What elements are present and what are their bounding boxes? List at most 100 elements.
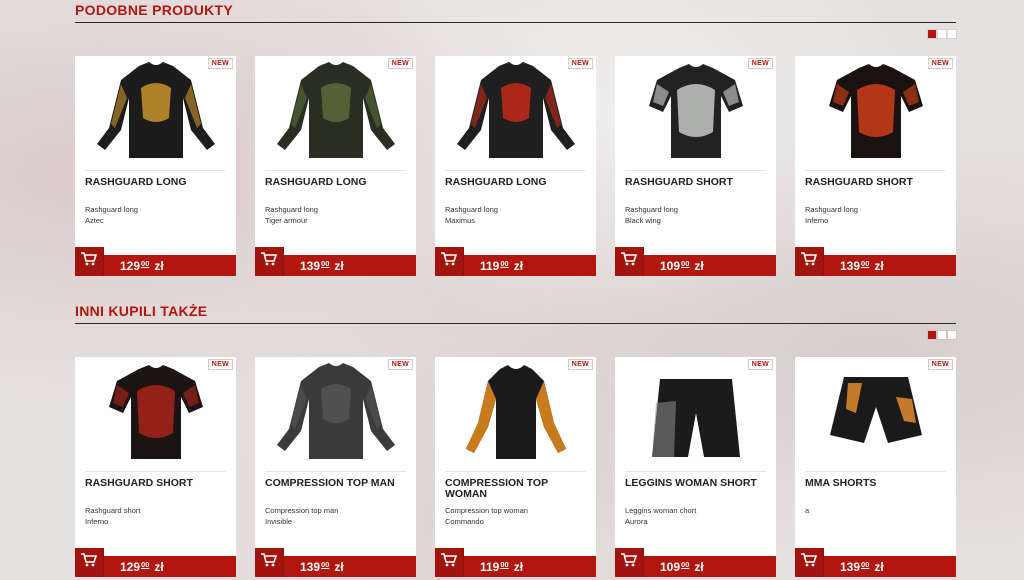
product-image[interactable] (615, 357, 776, 463)
product-card[interactable]: NEW RASHGUARD SHORT Rashguard long Inferno 1… (795, 56, 956, 276)
section-similar-products: PODOBNE PRODUKTY NEW RASHGUARD LONG Rashgu… (75, 0, 956, 276)
pager-dot-1[interactable] (928, 331, 936, 339)
product-card[interactable]: NEW COMPRESSION TOP MAN Compression top ma… (255, 357, 416, 577)
price-currency: zł (694, 258, 704, 273)
pager-dot-3[interactable] (948, 331, 956, 339)
product-subtitle: Compression top woman (445, 506, 528, 515)
add-to-cart-button[interactable] (795, 548, 824, 577)
price-currency: zł (334, 258, 344, 273)
product-card[interactable]: NEW RASHGUARD LONG Rashguard long Maximus 11… (435, 56, 596, 276)
price-main: 109 (660, 559, 681, 574)
price-currency: zł (154, 559, 164, 574)
price-main: 119 (480, 559, 500, 574)
add-to-cart-button[interactable] (75, 247, 104, 276)
pager-dot-2[interactable] (938, 30, 946, 38)
product-image[interactable] (75, 56, 236, 162)
product-title[interactable]: RASHGUARD LONG (445, 177, 590, 188)
new-badge: NEW (927, 58, 953, 69)
short-sleeve-shirt-image (108, 365, 203, 459)
product-price: 10900 zł (660, 560, 704, 574)
section-others-bought: INNI KUPILI TAKŻE NEW RASHGUARD SHORT Rash… (75, 301, 956, 577)
product-title[interactable]: RASHGUARD LONG (85, 177, 230, 188)
product-subtitle: a (805, 506, 810, 515)
product-image[interactable] (795, 357, 956, 463)
long-sleeve-shirt-image (456, 62, 575, 158)
product-title[interactable]: RASHGUARD SHORT (625, 177, 770, 188)
buy-bar: 10900 zł (615, 247, 776, 276)
add-to-cart-button[interactable] (615, 548, 644, 577)
product-price: 13900 zł (300, 259, 344, 273)
new-badge: NEW (567, 58, 593, 69)
buy-bar: 10900 zł (615, 548, 776, 577)
product-image[interactable] (75, 357, 236, 463)
price-currency: zł (334, 559, 344, 574)
new-badge: NEW (747, 58, 773, 69)
card-divider (625, 170, 766, 171)
product-variant: Tiger armour (265, 216, 308, 225)
card-divider (85, 471, 226, 472)
product-card[interactable]: NEW RASHGUARD SHORT Rashguard long Black wi… (615, 56, 776, 276)
product-title[interactable]: MMA SHORTS (805, 478, 950, 489)
cart-icon (621, 553, 638, 572)
shorts-image (651, 379, 740, 457)
product-card[interactable]: NEW RASHGUARD LONG Rashguard long Aztec 1290… (75, 56, 236, 276)
pager-dot-1[interactable] (928, 30, 936, 38)
add-to-cart-button[interactable] (435, 247, 464, 276)
product-grid: NEW RASHGUARD LONG Rashguard long Aztec 1290… (75, 56, 956, 276)
cart-icon (801, 252, 818, 271)
cart-icon (801, 553, 818, 572)
product-price: 11900 zł (480, 259, 523, 273)
product-price: 13900 zł (300, 560, 344, 574)
cart-icon (441, 553, 458, 572)
price-currency: zł (874, 559, 884, 574)
product-image[interactable] (255, 357, 416, 463)
product-card[interactable]: NEW RASHGUARD LONG Rashguard long Tiger arm… (255, 56, 416, 276)
price-cents: 00 (321, 258, 330, 268)
pager-dot-2[interactable] (938, 331, 946, 339)
add-to-cart-button[interactable] (255, 247, 284, 276)
new-badge: NEW (927, 359, 953, 370)
cart-icon (441, 252, 458, 271)
product-title[interactable]: LEGGINS WOMAN SHORT (625, 478, 770, 489)
product-variant: Maximus (445, 216, 476, 225)
product-title[interactable]: RASHGUARD SHORT (805, 177, 950, 188)
product-image[interactable] (795, 56, 956, 162)
product-card[interactable]: NEW RASHGUARD SHORT Rashguard short Inferno… (75, 357, 236, 577)
buy-bar: 11900 zł (435, 247, 596, 276)
cart-icon (261, 252, 278, 271)
price-main: 139 (840, 258, 861, 273)
product-card[interactable]: NEW LEGGINS WOMAN SHORT Leggins woman chor… (615, 357, 776, 577)
add-to-cart-button[interactable] (795, 247, 824, 276)
price-cents: 00 (861, 258, 870, 268)
product-variant: Commando (445, 517, 484, 526)
price-cents: 00 (321, 559, 330, 569)
product-title[interactable]: RASHGUARD SHORT (85, 478, 230, 489)
section-divider (75, 22, 956, 23)
product-image[interactable] (615, 56, 776, 162)
product-card[interactable]: NEW MMA SHORTS a 13900 zł (795, 357, 956, 577)
product-variant: Inferno (805, 216, 829, 225)
price-cents: 00 (681, 258, 690, 268)
product-variant: Aurora (625, 517, 648, 526)
new-badge: NEW (387, 359, 413, 370)
buy-bar: 13900 zł (255, 247, 416, 276)
product-card[interactable]: NEW COMPRESSION TOP WOMAN Compression top … (435, 357, 596, 577)
product-title[interactable]: COMPRESSION TOP WOMAN (445, 478, 590, 500)
add-to-cart-button[interactable] (435, 548, 464, 577)
price-cents: 00 (861, 559, 870, 569)
product-price: 10900 zł (660, 259, 704, 273)
product-price: 12900 zł (120, 259, 164, 273)
card-divider (445, 170, 586, 171)
add-to-cart-button[interactable] (75, 548, 104, 577)
product-image[interactable] (435, 56, 596, 162)
pager-dot-3[interactable] (948, 30, 956, 38)
short-sleeve-shirt-image (648, 64, 743, 158)
product-title[interactable]: RASHGUARD LONG (265, 177, 410, 188)
price-cents: 00 (500, 258, 509, 268)
add-to-cart-button[interactable] (615, 247, 644, 276)
card-divider (85, 170, 226, 171)
product-image[interactable] (435, 357, 596, 463)
product-image[interactable] (255, 56, 416, 162)
add-to-cart-button[interactable] (255, 548, 284, 577)
product-title[interactable]: COMPRESSION TOP MAN (265, 478, 410, 489)
